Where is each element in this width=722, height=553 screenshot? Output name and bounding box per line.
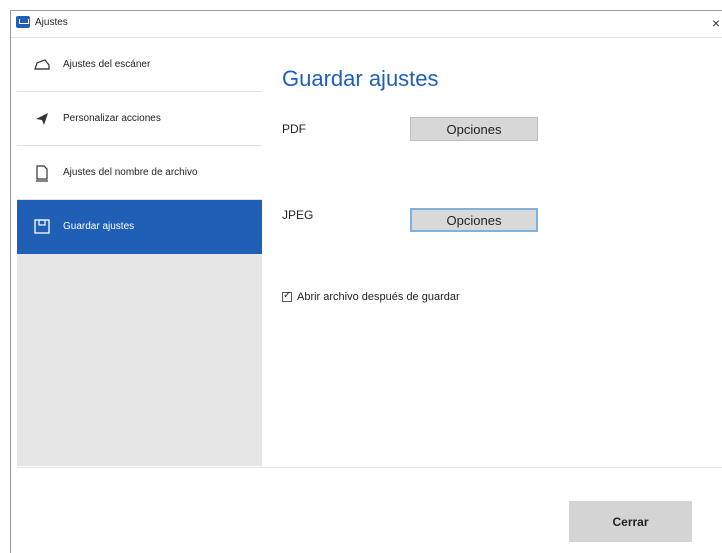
pdf-options-button[interactable]: Opciones <box>410 117 538 141</box>
open-after-save-label: Abrir archivo después de guardar <box>297 291 460 303</box>
window-title: Ajustes <box>35 17 68 28</box>
footer: Cerrar <box>17 467 722 553</box>
app-icon <box>16 16 30 28</box>
sidebar: Ajustes del escáner Personalizar accione… <box>17 38 262 466</box>
open-after-save-option[interactable]: Abrir archivo después de guardar <box>282 290 460 303</box>
document-icon <box>36 165 48 182</box>
open-after-save-checkbox[interactable] <box>282 290 292 302</box>
save-settings-panel: Guardar ajustes PDF Opciones JPEG Opcion… <box>262 38 722 466</box>
sidebar-item-filename-settings[interactable]: Ajustes del nombre de archivo <box>17 146 262 200</box>
sidebar-item-label: Guardar ajustes <box>63 221 135 232</box>
close-icon[interactable]: × <box>712 13 720 33</box>
jpeg-options-button[interactable]: Opciones <box>410 208 538 232</box>
sidebar-item-label: Ajustes del nombre de archivo <box>63 167 198 178</box>
sidebar-item-save-settings[interactable]: Guardar ajustes <box>17 200 262 254</box>
title-bar: Ajustes × <box>11 11 722 38</box>
settings-window: Ajustes × Ajustes del escáner Personaliz… <box>10 10 722 553</box>
scanner-icon <box>34 59 50 70</box>
save-icon <box>34 219 50 234</box>
page-title: Guardar ajustes <box>282 66 439 91</box>
sidebar-item-label: Ajustes del escáner <box>63 59 151 70</box>
sidebar-item-scanner-settings[interactable]: Ajustes del escáner <box>17 38 262 92</box>
sidebar-item-customize-actions[interactable]: Personalizar acciones <box>17 92 262 146</box>
send-icon <box>36 113 48 125</box>
pdf-label: PDF <box>282 122 306 136</box>
jpeg-label: JPEG <box>282 208 314 222</box>
sidebar-item-label: Personalizar acciones <box>63 113 161 124</box>
close-button[interactable]: Cerrar <box>569 501 692 542</box>
